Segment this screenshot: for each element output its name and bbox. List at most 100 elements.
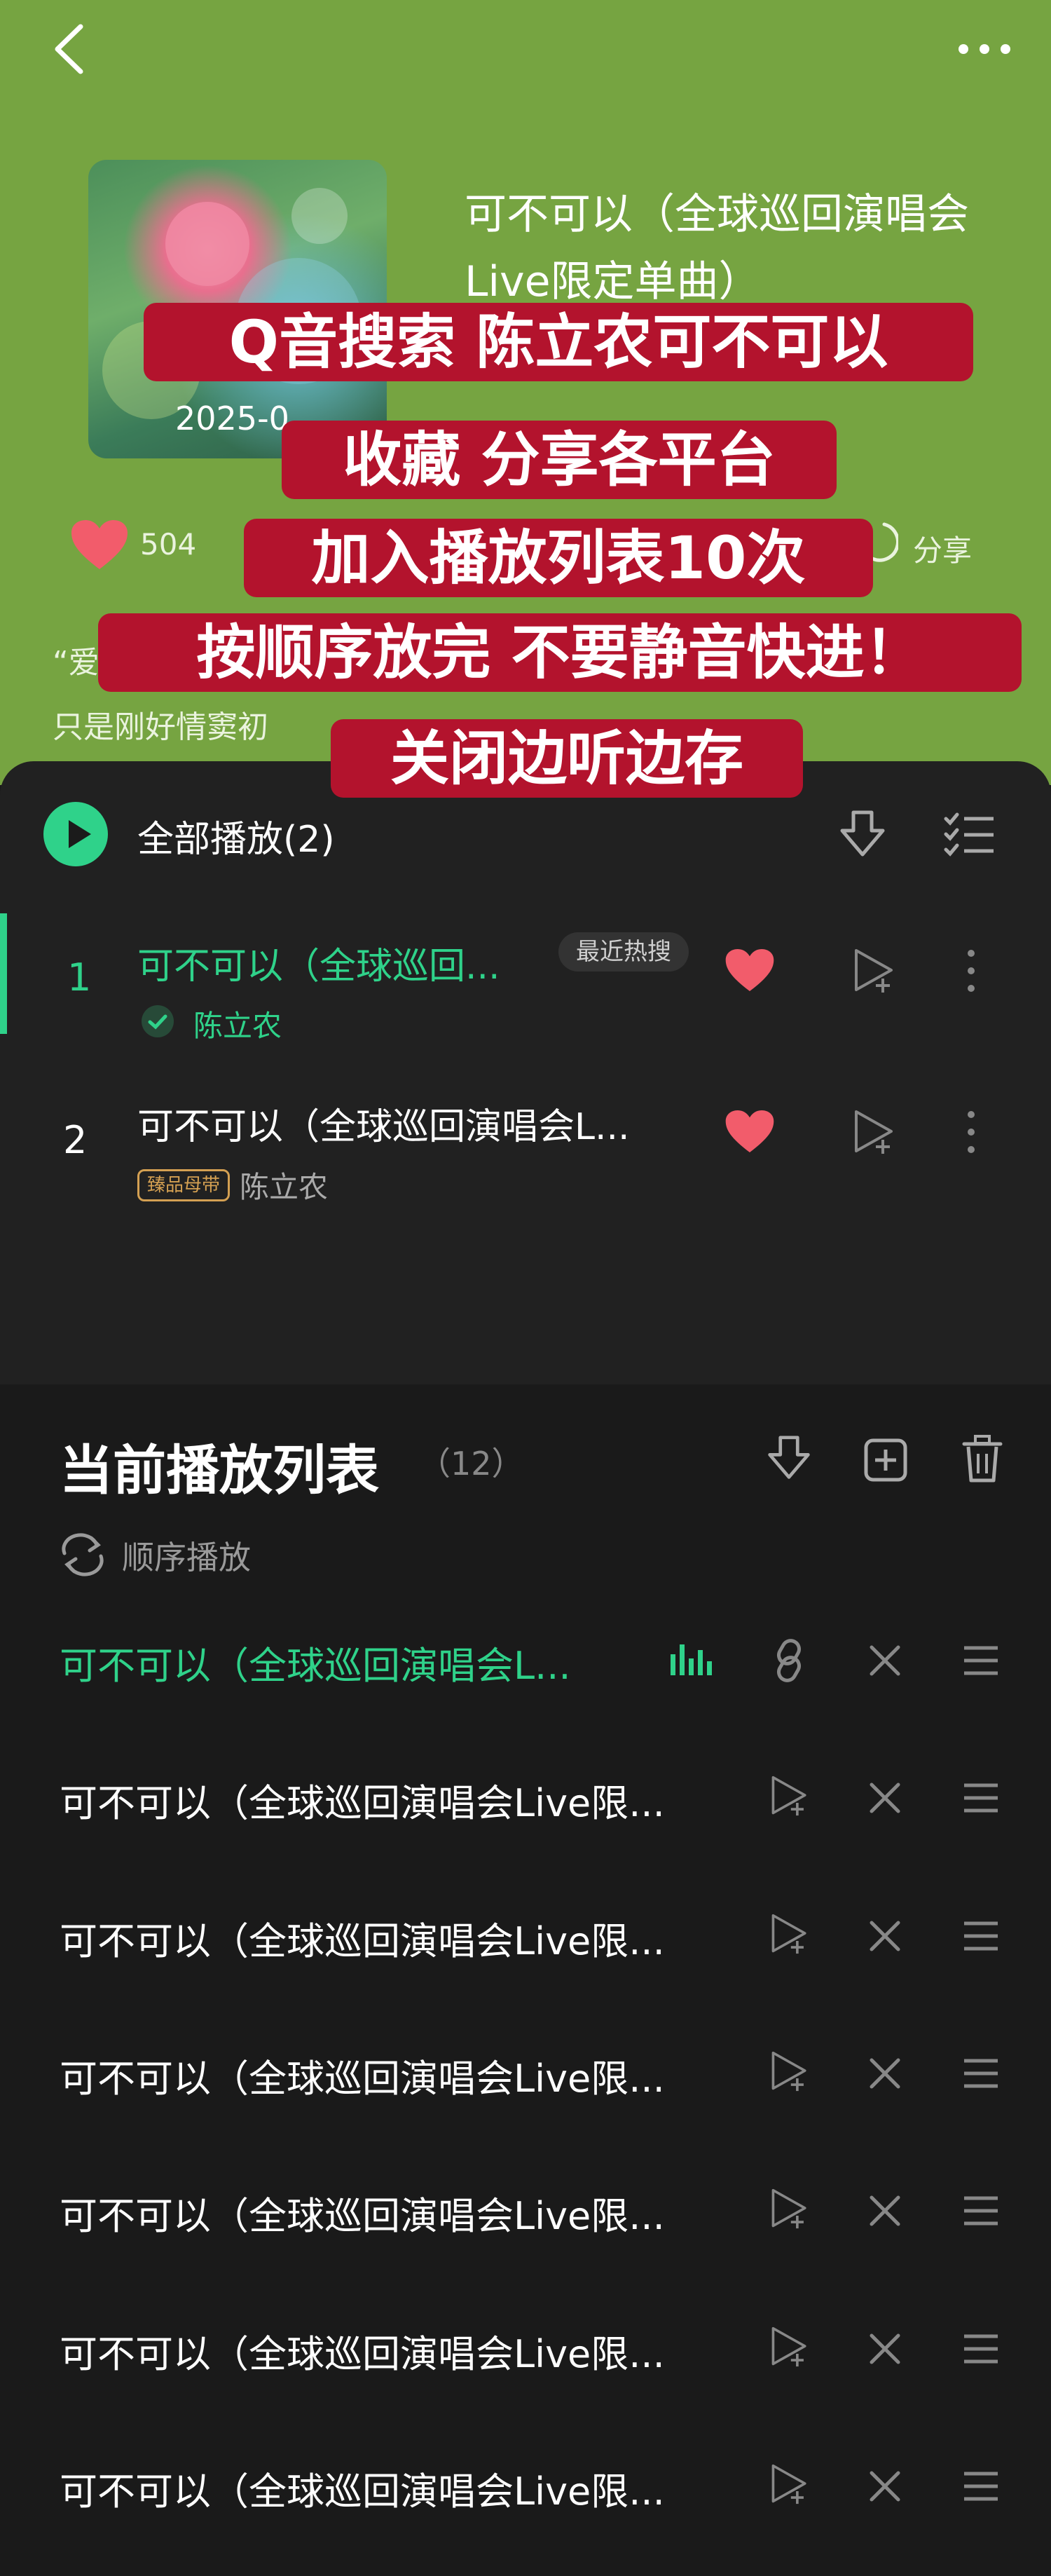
close-icon	[867, 1919, 902, 1954]
drag-handle-icon	[963, 1782, 999, 1814]
play-mode-label[interactable]: 顺序播放	[122, 1532, 251, 1579]
queue-remove-button[interactable]	[867, 1919, 902, 1954]
trash-icon	[961, 1434, 1003, 1483]
more-song-2[interactable]	[966, 1109, 977, 1155]
add-to-playlist-2[interactable]	[852, 1109, 897, 1155]
check-circle-icon	[140, 1004, 175, 1039]
queue-drag-handle[interactable]	[963, 2195, 999, 2227]
like-song-1[interactable]	[724, 948, 775, 993]
like-song-2[interactable]	[724, 1109, 775, 1154]
queue-drag-handle[interactable]	[963, 1782, 999, 1814]
heart-icon	[70, 519, 129, 571]
link-icon	[769, 1639, 809, 1682]
download-all-button[interactable]	[838, 810, 887, 860]
queue-add-next-button[interactable]	[769, 2050, 810, 2092]
vertical-dots-icon	[966, 1109, 977, 1155]
close-icon	[867, 2469, 902, 2504]
queue-item-title: 可不可以（全球巡回演唱会Live限...	[60, 2460, 704, 2516]
queue-remove-button[interactable]	[867, 2331, 902, 2366]
downloaded-check	[140, 1004, 175, 1039]
hot-search-badge: 最近热搜	[558, 932, 689, 972]
queue-add-next-button[interactable]	[769, 2463, 810, 2505]
queue-add-button[interactable]	[864, 1438, 907, 1482]
queue-remove-button[interactable]	[867, 2193, 902, 2228]
queue-title: 当前播放列表	[60, 1427, 379, 1504]
artist-name-2[interactable]: 陈立农	[240, 1164, 328, 1206]
drag-handle-icon	[963, 2333, 999, 2365]
download-icon	[838, 810, 887, 860]
queue-add-next-button[interactable]	[769, 2188, 810, 2230]
checklist-icon	[943, 812, 995, 858]
song-title: 可不可以（全球巡回演唱会Live限定单曲）	[465, 181, 1025, 315]
queue-add-next-button[interactable]	[769, 1913, 810, 1955]
overlay-line-2: 收藏 分享各平台	[282, 421, 837, 499]
queue-remove-button[interactable]	[867, 2469, 902, 2504]
play-mode-button[interactable]	[57, 1532, 108, 1577]
play-all-label[interactable]: 全部播放(2)	[137, 810, 335, 862]
like-count: 504	[140, 527, 196, 561]
drag-handle-icon	[963, 2470, 999, 2502]
add-to-playlist-icon	[769, 2188, 810, 2230]
overlay-line-3: 加入播放列表10次	[244, 519, 873, 597]
drag-handle-icon	[963, 1920, 999, 1952]
add-to-playlist-icon	[769, 2463, 810, 2505]
queue-item-title: 可不可以（全球巡回演唱会Live限...	[60, 2323, 704, 2378]
back-button[interactable]	[49, 21, 91, 77]
drag-handle-icon	[963, 2195, 999, 2227]
queue-count: （12）	[418, 1438, 524, 1485]
overlay-line-5: 关闭边听边存	[331, 719, 803, 798]
queue-item-title: 可不可以（全球巡回演唱会Live限...	[60, 1772, 704, 1827]
overlay-line-4: 按顺序放完 不要静音快进！	[98, 613, 1022, 692]
queue-clear-button[interactable]	[961, 1434, 1003, 1483]
close-icon	[867, 1643, 902, 1678]
heart-icon	[724, 1109, 775, 1154]
artist-name-1[interactable]: 陈立农	[193, 1002, 282, 1045]
add-to-playlist-icon	[769, 1913, 810, 1955]
add-to-playlist-icon	[769, 2326, 810, 2368]
now-playing-indicator	[669, 1640, 713, 1677]
queue-add-next-button[interactable]	[769, 2326, 810, 2368]
vertical-dots-icon	[966, 948, 977, 994]
download-icon	[766, 1434, 812, 1483]
close-icon	[867, 2331, 902, 2366]
queue-link-button[interactable]	[769, 1639, 809, 1682]
queue-item-title: 可不可以（全球巡回演唱会Live限...	[60, 2047, 704, 2103]
song-number: 1	[67, 955, 91, 1000]
more-song-1[interactable]	[966, 948, 977, 994]
queue-add-next-button[interactable]	[769, 1775, 810, 1817]
drag-handle-icon	[963, 2057, 999, 2090]
play-circle-icon	[42, 800, 109, 868]
add-to-playlist-icon	[769, 1775, 810, 1817]
queue-remove-button[interactable]	[867, 1780, 902, 1815]
album-date: 2025-0	[175, 400, 289, 437]
close-icon	[867, 2193, 902, 2228]
equalizer-icon	[669, 1640, 713, 1677]
like-button[interactable]	[70, 519, 129, 571]
queue-remove-button[interactable]	[867, 2056, 902, 2091]
drag-handle-icon	[963, 1644, 999, 1677]
queue-download-button[interactable]	[766, 1434, 812, 1483]
queue-item-title: 可不可以（全球巡回演唱会Live限...	[60, 2185, 704, 2240]
queue-drag-handle[interactable]	[963, 2470, 999, 2502]
song-title-1: 可不可以（全球巡回...	[137, 936, 500, 989]
queue-remove-button[interactable]	[867, 1643, 902, 1678]
add-to-playlist-1[interactable]	[852, 948, 897, 994]
overlay-line-1: Q音搜索 陈立农可不可以	[144, 303, 973, 381]
add-to-playlist-icon	[852, 1109, 897, 1155]
queue-item-title: 可不可以（全球巡回演唱会L...	[60, 1635, 704, 1690]
more-button[interactable]	[953, 39, 1016, 60]
add-to-playlist-icon	[769, 2050, 810, 2092]
queue-drag-handle[interactable]	[963, 2333, 999, 2365]
queue-drag-handle[interactable]	[963, 1920, 999, 1952]
close-icon	[867, 2056, 902, 2091]
close-icon	[867, 1780, 902, 1815]
back-chevron-icon	[49, 21, 91, 77]
queue-item-title: 可不可以（全球巡回演唱会Live限...	[60, 1910, 704, 1965]
queue-drag-handle[interactable]	[963, 1644, 999, 1677]
multi-select-button[interactable]	[943, 812, 995, 858]
play-all-button[interactable]	[42, 800, 109, 868]
add-to-playlist-icon	[852, 948, 897, 994]
queue-drag-handle[interactable]	[963, 2057, 999, 2090]
heart-icon	[724, 948, 775, 993]
share-label[interactable]: 分享	[913, 527, 972, 570]
